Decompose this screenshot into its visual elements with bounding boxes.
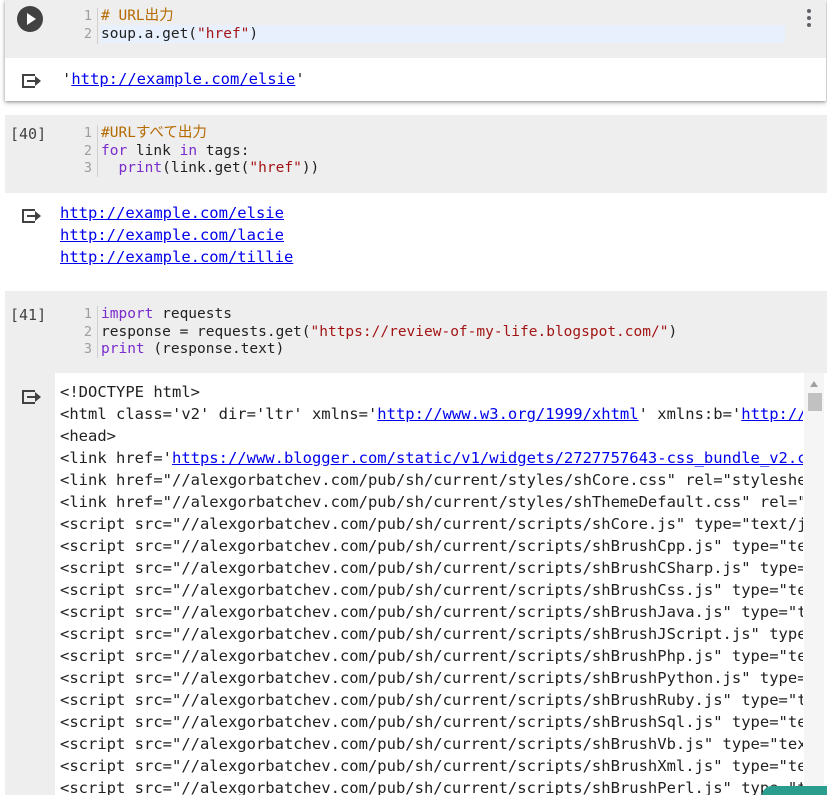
code-cell-1[interactable]: 1 2 # URL出力 soup.a.get("href") 'http://e… (5, 0, 826, 101)
scroll-up-arrow-icon[interactable] (810, 381, 818, 387)
code-editor-1[interactable]: 1 2 # URL出力 soup.a.get("href") (5, 0, 826, 58)
output-scrollbar[interactable] (804, 373, 824, 795)
output-line: <script src="//alexgorbatchev.com/pub/sh… (60, 603, 803, 621)
output-line: <script src="//alexgorbatchev.com/pub/sh… (60, 537, 803, 555)
more-vert-icon[interactable] (806, 9, 812, 29)
output-line: <script src="//alexgorbatchev.com/pub/sh… (60, 735, 803, 753)
line-numbers: 1 2 3 (83, 125, 92, 176)
output-gutter (5, 373, 55, 795)
output-line: <script src="//alexgorbatchev.com/pub/sh… (60, 647, 803, 665)
output-line: <html class='v2' dir='ltr' xmlns='http:/… (60, 403, 803, 425)
output-line: <link href="//alexgorbatchev.com/pub/sh/… (60, 471, 803, 489)
output-line: <script src="//alexgorbatchev.com/pub/sh… (60, 669, 803, 687)
output-link[interactable]: http://example.com/elsie (60, 204, 284, 222)
gutter-divider (97, 306, 98, 358)
code-text: #URLすべて出力 for link in tags: print(link.g… (101, 125, 320, 176)
corner-badge (762, 786, 827, 795)
output-line: <script src="//alexgorbatchev.com/pub/sh… (60, 691, 803, 709)
code-comment: # URL出力 (101, 8, 174, 24)
output-line: <script src="//alexgorbatchev.com/pub/sh… (60, 779, 803, 795)
output-line: <script src="//alexgorbatchev.com/pub/sh… (60, 581, 803, 599)
output-line: <script src="//alexgorbatchev.com/pub/sh… (60, 559, 803, 577)
output-arrow-icon[interactable] (22, 71, 42, 91)
output-line: <link href='https://www.blogger.com/stat… (60, 447, 803, 469)
output-link[interactable]: http://www.g (741, 405, 803, 423)
output-line: <script src="//alexgorbatchev.com/pub/sh… (60, 515, 803, 533)
output-link[interactable]: http://example.com/tillie (60, 248, 293, 266)
output-link[interactable]: http://example.com/lacie (60, 226, 284, 244)
output-line: <script src="//alexgorbatchev.com/pub/sh… (60, 625, 803, 643)
output-link[interactable]: http://example.com/elsie (71, 70, 295, 88)
cell-output-2: http://example.com/elsie http://example.… (60, 202, 293, 268)
line-numbers: 1 2 (83, 8, 92, 42)
output-arrow-icon[interactable] (22, 387, 42, 407)
output-line: <script src="//alexgorbatchev.com/pub/sh… (60, 757, 803, 775)
line-numbers: 1 2 3 (83, 306, 92, 357)
cell-output-3[interactable]: <!DOCTYPE html> <html class='v2' dir='lt… (55, 373, 803, 795)
output-line: <script src="//alexgorbatchev.com/pub/sh… (60, 713, 803, 731)
scroll-thumb[interactable] (808, 393, 822, 411)
output-line: <link href="//alexgorbatchev.com/pub/sh/… (60, 493, 803, 511)
execution-count: [40] (10, 125, 47, 143)
code-text: import requests response = requests.get(… (101, 306, 678, 357)
output-line: <!DOCTYPE html> (60, 383, 200, 401)
gutter-divider (97, 8, 98, 44)
cell-output-1: 'http://example.com/elsie' (62, 70, 305, 88)
code-text: # URL出力 soup.a.get("href") (101, 8, 259, 42)
gutter-divider (97, 125, 98, 177)
output-link[interactable]: https://www.blogger.com/static/v1/widget… (172, 449, 803, 467)
execution-count: [41] (10, 306, 47, 324)
output-line: <head> (60, 427, 116, 445)
output-arrow-icon[interactable] (22, 206, 42, 226)
play-circle-icon[interactable] (17, 6, 43, 32)
output-link[interactable]: http://www.w3.org/1999/xhtml (377, 405, 638, 423)
